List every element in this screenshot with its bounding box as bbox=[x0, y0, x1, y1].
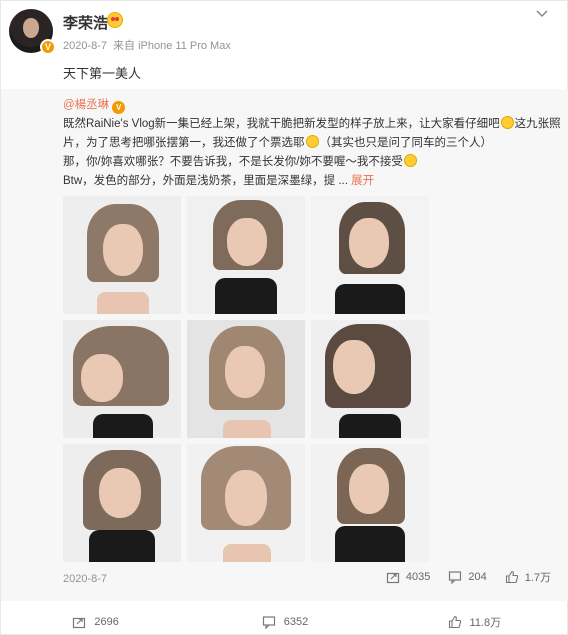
share-icon bbox=[386, 572, 399, 584]
repost-text: 这九张照 bbox=[514, 118, 561, 130]
comment-button[interactable]: 6352 bbox=[190, 607, 379, 635]
post-text: 天下第一美人 bbox=[63, 66, 142, 81]
avatar-face bbox=[23, 18, 39, 38]
expand-link[interactable]: 展开 bbox=[351, 175, 374, 187]
like-icon bbox=[448, 615, 461, 628]
repost-text: 既然RaiNie's Vlog新一集已经上架，我就干脆把新发型的样子放上来，让大… bbox=[63, 118, 500, 130]
photo-thumbnail[interactable] bbox=[187, 320, 305, 438]
repost-text: 片，为了思考把哪张摆第一，我还做了个票选耶 bbox=[63, 137, 305, 149]
emoji-icon bbox=[403, 154, 417, 167]
photo-thumbnail[interactable] bbox=[187, 444, 305, 562]
comment-count: 6352 bbox=[283, 615, 309, 628]
verified-badge-icon: V bbox=[40, 39, 56, 55]
photo-thumbnail[interactable] bbox=[63, 196, 181, 314]
like-button[interactable]: 11.8万 bbox=[380, 607, 568, 635]
post-date[interactable]: 2020-8-7 bbox=[63, 40, 107, 52]
repost-author[interactable]: @楊丞琳 bbox=[63, 99, 109, 111]
repost-like-button[interactable]: 1.7万 bbox=[505, 569, 551, 585]
repost-block[interactable]: @楊丞琳 V 既然RaiNie's Vlog新一集已经上架，我就干脆把新发型的样子… bbox=[1, 89, 568, 601]
repost-share-count: 4035 bbox=[405, 571, 431, 583]
repost-like-count: 1.7万 bbox=[524, 572, 551, 584]
repost-text-line-2: 片，为了思考把哪张摆第一，我还做了个票选耶 （其实也只是问了同车的三个人） bbox=[63, 135, 492, 151]
repost-text: Btw，发色的部分，外面是浅奶茶，里面是深墨绿，提 ... bbox=[63, 175, 348, 187]
verified-badge-icon: V bbox=[112, 101, 126, 114]
repost-text: （其实也只是问了同车的三个人） bbox=[319, 137, 493, 149]
photo-thumbnail[interactable] bbox=[63, 320, 181, 438]
avatar[interactable]: V bbox=[9, 9, 56, 55]
share-count: 2696 bbox=[94, 615, 119, 628]
photo-thumbnail[interactable] bbox=[311, 444, 429, 562]
post-source: 来自 iPhone 11 Pro Max bbox=[113, 40, 231, 52]
repost-text-line-1: 既然RaiNie's Vlog新一集已经上架，我就干脆把新发型的样子放上来，让大… bbox=[63, 116, 561, 132]
emoji-icon bbox=[107, 12, 123, 28]
repost-share-button[interactable]: 4035 bbox=[386, 569, 430, 585]
repost-actions: 4035 204 1.7万 bbox=[386, 569, 551, 585]
share-button[interactable]: 2696 bbox=[1, 607, 190, 635]
share-icon bbox=[73, 617, 86, 628]
post-meta: 2020-8-7 来自 iPhone 11 Pro Max bbox=[63, 37, 237, 53]
repost-comment-count: 204 bbox=[468, 571, 487, 583]
weibo-post-card: V 李荣浩 2020-8-7 来自 iPhone 11 Pro Max 天下第一美… bbox=[0, 0, 568, 635]
photo-thumbnail[interactable] bbox=[63, 444, 181, 562]
repost-author-line: @楊丞琳 V bbox=[63, 97, 126, 114]
photo-thumbnail[interactable] bbox=[187, 196, 305, 314]
repost-comment-button[interactable]: 204 bbox=[448, 569, 487, 585]
repost-text-line-3: 那，你/妳喜欢哪张？不要告诉我，不是长发你/妳不要喔～我不接受 bbox=[63, 154, 418, 170]
comment-icon bbox=[262, 615, 275, 629]
comment-icon bbox=[449, 571, 462, 584]
photo-thumbnail[interactable] bbox=[311, 320, 429, 438]
photo-thumbnail[interactable] bbox=[311, 196, 429, 314]
emoji-icon bbox=[305, 135, 319, 148]
post-action-bar: 2696 6352 11.8万 bbox=[1, 607, 568, 635]
like-icon bbox=[505, 570, 518, 584]
repost-text: 那，你/妳喜欢哪张？不要告诉我，不是长发你/妳不要喔～我不接受 bbox=[63, 156, 403, 168]
like-count: 11.8万 bbox=[469, 616, 502, 629]
repost-text-line-4: Btw，发色的部分，外面是浅奶茶，里面是深墨绿，提 ... 展开 bbox=[63, 173, 374, 189]
author-name[interactable]: 李荣浩 bbox=[63, 12, 108, 33]
repost-date[interactable]: 2020-8-7 bbox=[63, 573, 107, 585]
chevron-down-icon[interactable] bbox=[535, 7, 549, 21]
emoji-icon bbox=[500, 116, 514, 129]
